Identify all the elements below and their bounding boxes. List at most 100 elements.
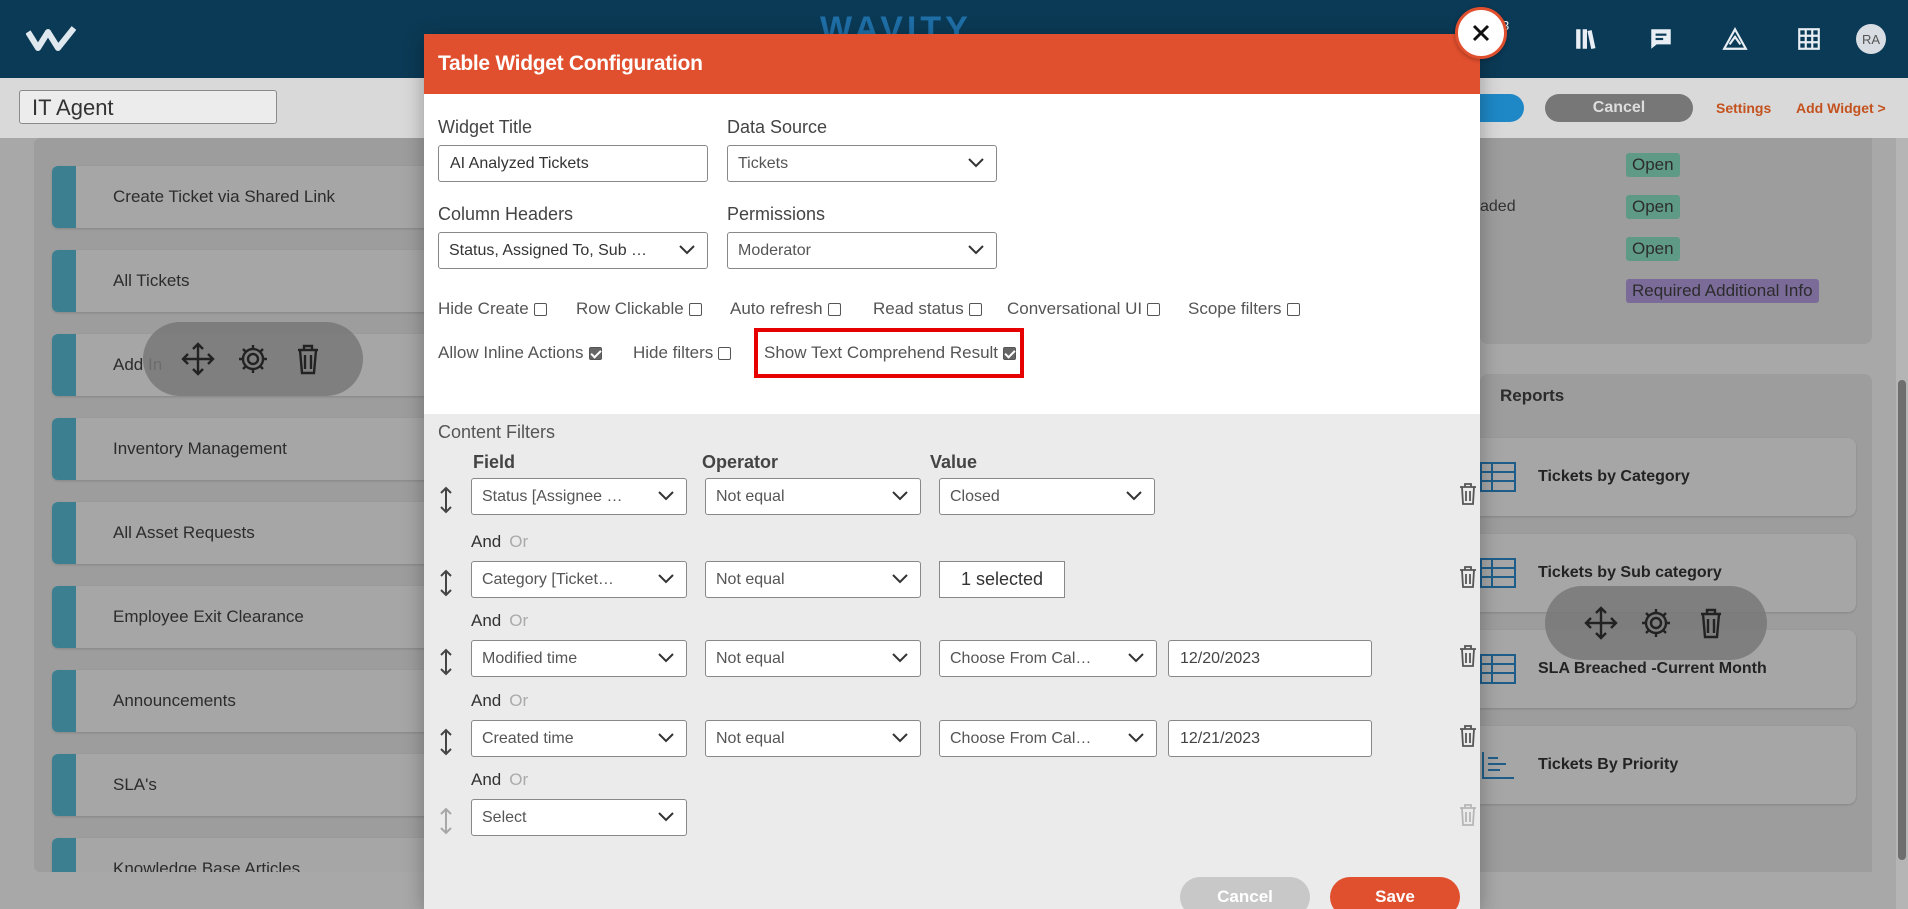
chevron-down-icon <box>658 733 674 743</box>
chevron-down-icon <box>658 812 674 822</box>
filter-operator-select[interactable]: Not equal <box>705 561 921 598</box>
permissions-select[interactable]: Moderator <box>727 232 997 269</box>
and-or-toggle[interactable]: And Or <box>471 532 528 552</box>
hide-create-checkbox[interactable] <box>533 302 547 316</box>
page-scrollbar-thumb[interactable] <box>1898 380 1906 860</box>
filter-field-value: Modified time <box>482 650 578 667</box>
table-row[interactable]: Open <box>1480 144 1872 186</box>
save-button[interactable]: Save <box>1330 877 1460 909</box>
list-item[interactable]: All Asset Requests <box>52 502 458 564</box>
triangle-app-icon[interactable] <box>1698 0 1772 78</box>
drag-handle-icon[interactable] <box>438 648 454 676</box>
chat-icon[interactable] <box>1624 0 1698 78</box>
conversational-ui-option[interactable]: Conversational UI <box>1007 299 1161 319</box>
allow-inline-actions-checkbox[interactable] <box>588 346 602 360</box>
list-item[interactable]: All Tickets <box>52 250 458 312</box>
allow-inline-actions-option[interactable]: Allow Inline Actions <box>438 343 602 363</box>
delete-filter-icon[interactable] <box>1458 482 1478 506</box>
filter-value-select[interactable]: Closed <box>939 478 1155 515</box>
filter-value-multiselect[interactable]: 1 selected <box>939 561 1065 598</box>
or-option[interactable]: Or <box>509 770 528 789</box>
and-or-toggle[interactable]: And Or <box>471 691 528 711</box>
cancel-button[interactable]: Cancel <box>1180 877 1310 909</box>
hide-filters-option[interactable]: Hide filters <box>633 343 732 363</box>
filter-operator-select[interactable]: Not equal <box>705 720 921 757</box>
filter-field-value: Category [Ticket… <box>482 571 614 588</box>
move-icon[interactable] <box>180 341 216 377</box>
auto-refresh-option[interactable]: Auto refresh <box>730 299 841 319</box>
filter-field-select[interactable]: Category [Ticket… <box>471 561 687 598</box>
report-card[interactable]: Tickets by Category <box>1480 438 1856 516</box>
and-or-toggle[interactable]: And Or <box>471 611 528 631</box>
filter-value-select[interactable]: Choose From Cal… <box>939 720 1157 757</box>
list-item[interactable]: Announcements <box>52 670 458 732</box>
list-item[interactable]: Knowledge Base Articles <box>52 838 458 872</box>
read-status-option[interactable]: Read status <box>873 299 982 319</box>
move-icon[interactable] <box>1583 605 1619 641</box>
filter-date-input[interactable]: 12/21/2023 <box>1168 720 1372 757</box>
read-status-checkbox[interactable] <box>968 302 982 316</box>
table-row[interactable]: Open <box>1480 228 1872 270</box>
list-item-label: Knowledge Base Articles <box>113 859 301 872</box>
list-item[interactable]: Inventory Management <box>52 418 458 480</box>
table-row[interactable]: Required Additional Info <box>1480 270 1872 312</box>
gear-icon[interactable] <box>1638 605 1674 641</box>
and-option[interactable]: And <box>471 532 501 551</box>
filter-value-select[interactable]: Choose From Cal… <box>939 640 1157 677</box>
or-option[interactable]: Or <box>509 532 528 551</box>
filter-date-input[interactable]: 12/20/2023 <box>1168 640 1372 677</box>
grid-apps-icon[interactable] <box>1772 0 1846 78</box>
checkbox-label: Conversational UI <box>1007 299 1143 318</box>
close-dialog-button[interactable] <box>1455 7 1507 59</box>
app-logo-icon[interactable] <box>26 26 76 52</box>
drag-handle-icon[interactable] <box>438 569 454 597</box>
filter-field-select[interactable]: Status [Assignee … <box>471 478 687 515</box>
filter-operator-select[interactable]: Not equal <box>705 640 921 677</box>
list-item[interactable]: SLA's <box>52 754 458 816</box>
list-item-label: All Tickets <box>113 271 190 290</box>
delete-filter-icon[interactable] <box>1458 565 1478 589</box>
drag-handle-icon[interactable] <box>438 728 454 756</box>
value-column-header: Value <box>930 452 978 472</box>
data-source-select[interactable]: Tickets <box>727 145 997 182</box>
conversational-ui-checkbox[interactable] <box>1147 302 1161 316</box>
gear-icon[interactable] <box>235 341 271 377</box>
auto-refresh-checkbox[interactable] <box>827 302 841 316</box>
chevron-down-icon <box>679 245 695 255</box>
widget-title-input[interactable]: AI Analyzed Tickets <box>438 145 708 182</box>
and-or-toggle[interactable]: And Or <box>471 770 528 790</box>
drag-handle-icon[interactable] <box>438 486 454 514</box>
cancel-page-button[interactable]: Cancel <box>1545 94 1693 122</box>
user-avatar[interactable]: RA <box>1856 24 1886 54</box>
scope-filters-checkbox[interactable] <box>1286 302 1300 316</box>
report-card[interactable]: Tickets By Priority <box>1480 726 1856 804</box>
delete-filter-icon[interactable] <box>1458 644 1478 668</box>
table-row[interactable]: aded Open <box>1480 186 1872 228</box>
add-widget-link[interactable]: Add Widget > <box>1796 100 1886 116</box>
delete-filter-icon[interactable] <box>1458 724 1478 748</box>
trash-icon[interactable] <box>1693 605 1729 641</box>
row-clickable-checkbox[interactable] <box>688 302 702 316</box>
filter-field-select[interactable]: Select <box>471 799 687 836</box>
reports-title: Reports <box>1500 386 1565 405</box>
filter-operator-select[interactable]: Not equal <box>705 478 921 515</box>
scope-filters-option[interactable]: Scope filters <box>1188 299 1300 319</box>
page-name-field[interactable]: IT Agent <box>19 90 277 124</box>
and-option[interactable]: And <box>471 770 501 789</box>
list-item[interactable]: Employee Exit Clearance <box>52 586 458 648</box>
settings-link[interactable]: Settings <box>1716 100 1771 116</box>
column-headers-label: Column Headers <box>438 204 574 224</box>
filter-field-select[interactable]: Modified time <box>471 640 687 677</box>
and-option[interactable]: And <box>471 611 501 630</box>
filter-field-select[interactable]: Created time <box>471 720 687 757</box>
library-icon[interactable] <box>1550 0 1624 78</box>
list-item[interactable]: Create Ticket via Shared Link <box>52 166 458 228</box>
hide-create-option[interactable]: Hide Create <box>438 299 547 319</box>
hide-filters-checkbox[interactable] <box>718 346 732 360</box>
or-option[interactable]: Or <box>509 691 528 710</box>
or-option[interactable]: Or <box>509 611 528 630</box>
row-clickable-option[interactable]: Row Clickable <box>576 299 702 319</box>
and-option[interactable]: And <box>471 691 501 710</box>
column-headers-select[interactable]: Status, Assigned To, Sub … <box>438 232 708 269</box>
trash-icon[interactable] <box>290 341 326 377</box>
